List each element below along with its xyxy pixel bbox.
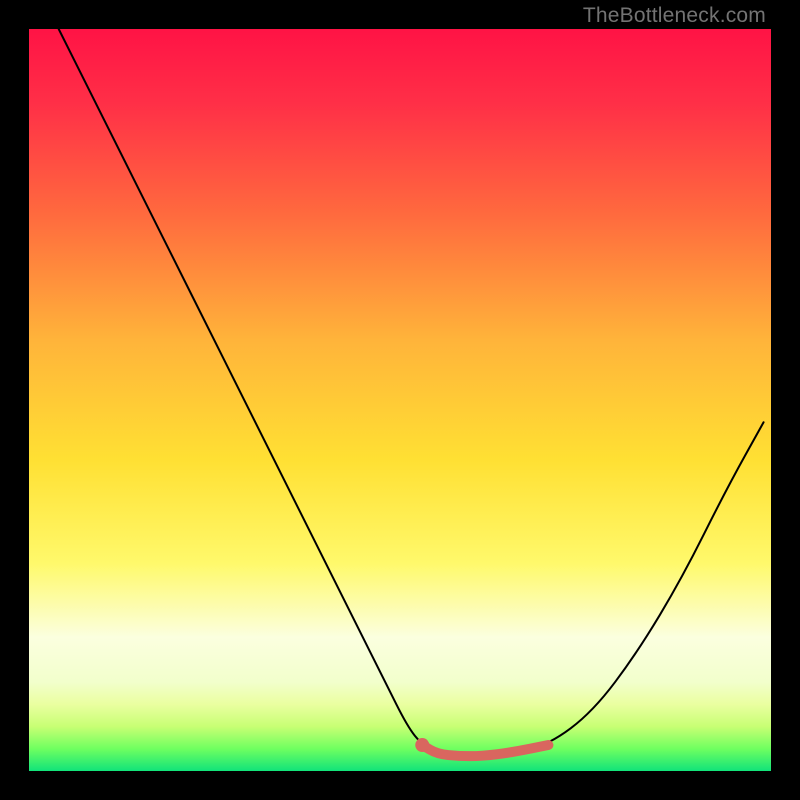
watermark-label: TheBottleneck.com <box>583 4 766 28</box>
highlight-segment <box>422 745 548 756</box>
bottleneck-curve <box>59 29 764 756</box>
gradient-plot-area <box>29 29 771 771</box>
chart-stage: TheBottleneck.com <box>0 0 800 800</box>
curve-layer <box>29 29 771 771</box>
highlight-dot <box>415 738 429 752</box>
